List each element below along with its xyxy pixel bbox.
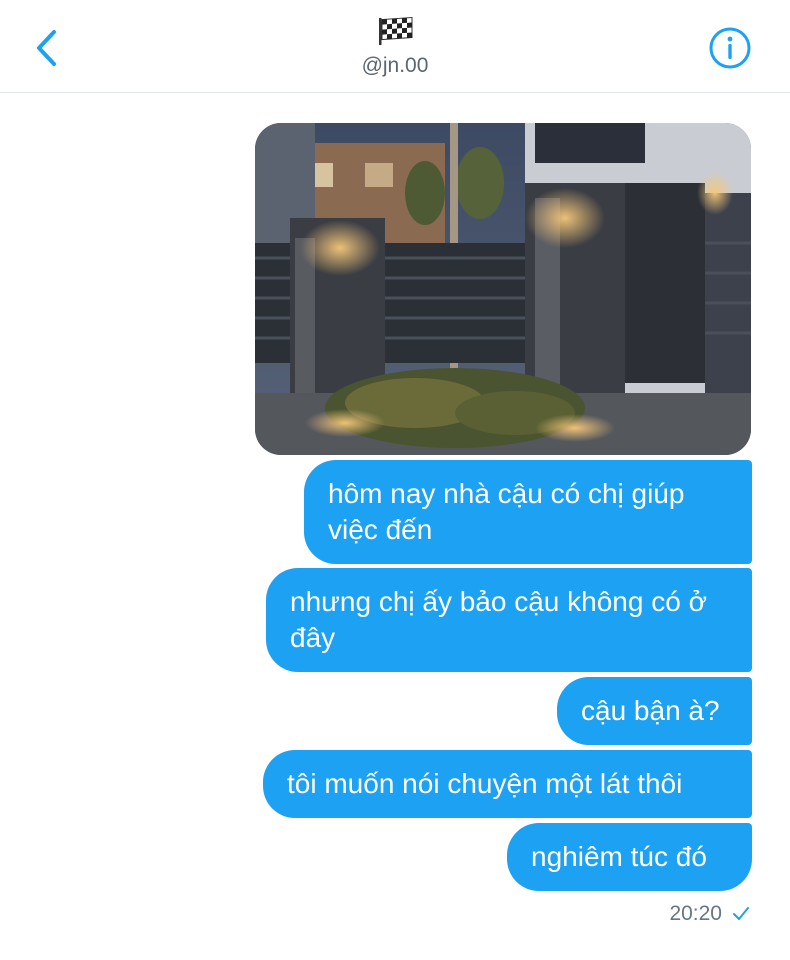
shared-photo[interactable] — [255, 123, 751, 455]
info-icon[interactable] — [708, 26, 752, 70]
message-timestamp: 20:20 — [669, 902, 750, 926]
chevron-left-icon — [37, 30, 56, 66]
timestamp-text: 20:20 — [669, 902, 722, 925]
message-text: nhưng chị ấy bảo cậu không có ở đây — [290, 586, 707, 653]
message-bubble[interactable]: tôi muốn nói chuyện một lát thôi — [263, 750, 752, 818]
photo-icon — [255, 123, 751, 455]
message-text: cậu bận à? — [581, 695, 720, 726]
message-text: tôi muốn nói chuyện một lát thôi — [287, 768, 683, 799]
message-bubble[interactable]: nghiêm túc đó — [507, 823, 752, 891]
conversation-header: @jn.00 — [0, 0, 790, 93]
contact-handle: @jn.00 — [361, 54, 429, 77]
back-button[interactable] — [24, 22, 68, 74]
message-bubble[interactable]: hôm nay nhà cậu có chị giúp việc đến — [304, 460, 752, 564]
contact-info[interactable]: @jn.00 — [295, 16, 495, 86]
message-bubble[interactable]: cậu bận à? — [557, 677, 752, 745]
message-text: hôm nay nhà cậu có chị giúp việc đến — [328, 478, 685, 545]
checkmark-icon — [733, 907, 749, 920]
checkered-flag-icon — [379, 16, 413, 45]
message-bubble[interactable]: nhưng chị ấy bảo cậu không có ở đây — [266, 568, 752, 672]
message-text: nghiêm túc đó — [531, 841, 707, 872]
